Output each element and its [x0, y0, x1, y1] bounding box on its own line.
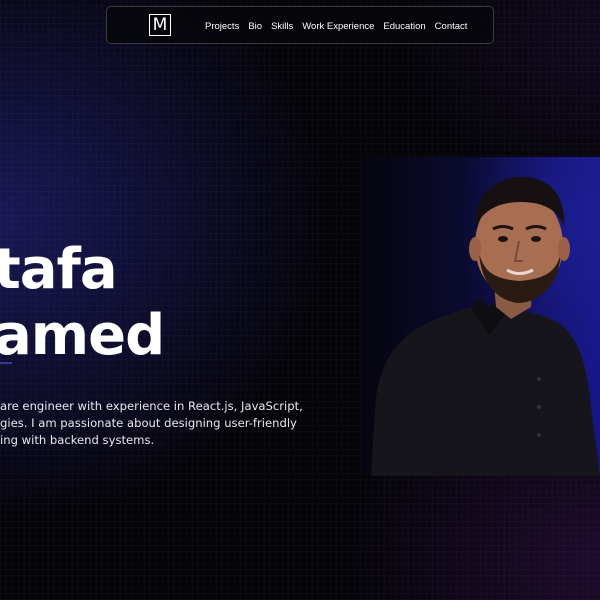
profile-photo	[361, 157, 600, 476]
nav-links: Projects Bio Skills Work Experience Educ…	[205, 7, 467, 45]
nav-link-work-experience[interactable]: Work Experience	[302, 21, 374, 32]
hero-name-line-2: amed	[0, 302, 165, 368]
hero-description: are engineer with experience in React.js…	[0, 398, 303, 449]
portfolio-page: M Projects Bio Skills Work Experience Ed…	[0, 0, 600, 600]
navbar: M Projects Bio Skills Work Experience Ed…	[106, 6, 494, 44]
nav-link-skills[interactable]: Skills	[271, 21, 293, 32]
nav-link-contact[interactable]: Contact	[435, 21, 468, 32]
hero-description-line: are engineer with experience in React.js…	[0, 398, 303, 413]
hero-name-line-1: tafa	[0, 236, 118, 302]
nav-link-projects[interactable]: Projects	[205, 21, 239, 32]
accent-divider	[0, 362, 12, 364]
profile-photo-illustration	[371, 177, 600, 476]
nav-link-bio[interactable]: Bio	[248, 21, 262, 32]
hero-description-line: ing with backend systems.	[0, 432, 155, 447]
hero-description-line: gies. I am passionate about designing us…	[0, 415, 297, 430]
nav-link-education[interactable]: Education	[383, 21, 425, 32]
site-logo[interactable]: M	[149, 14, 171, 36]
